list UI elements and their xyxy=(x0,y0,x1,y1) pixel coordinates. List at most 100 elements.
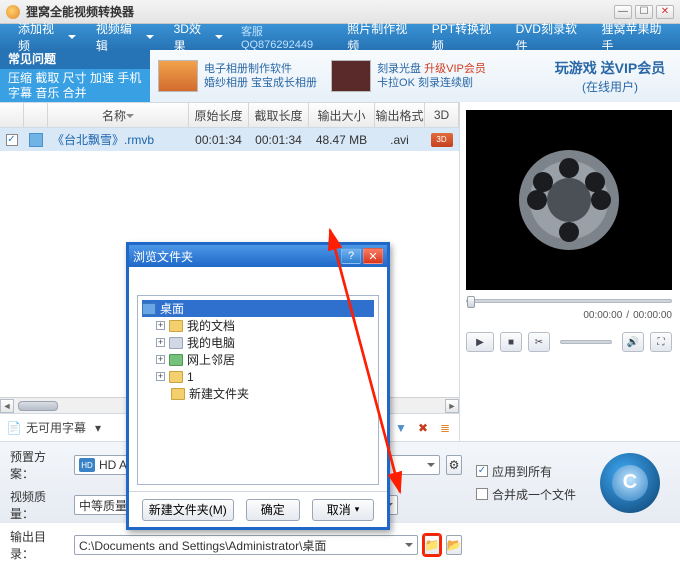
expand-icon[interactable]: + xyxy=(156,321,165,330)
menu-add-video[interactable]: 添加视频 xyxy=(8,17,86,57)
expand-icon[interactable]: + xyxy=(156,338,165,347)
tree-item[interactable]: +1 xyxy=(156,368,374,385)
new-folder-button[interactable]: 新建文件夹(M) xyxy=(142,499,234,521)
play-button[interactable]: ▶ xyxy=(466,332,494,352)
chevron-down-icon xyxy=(427,463,435,471)
tree-root[interactable]: 桌面 xyxy=(142,300,374,317)
subtitle-label: 无可用字幕 xyxy=(26,419,86,436)
promo-burn-thumb xyxy=(331,60,371,92)
promo-album-line2: 婚纱相册 宝宝成长相册 xyxy=(204,76,317,90)
row-checkbox[interactable] xyxy=(6,134,18,146)
folder-tree[interactable]: 桌面 +我的文档 +我的电脑 +网上邻居 +1 新建文件夹 xyxy=(137,295,379,485)
chevron-down-icon xyxy=(405,543,413,551)
file-list-pane: 名称 原始长度 截取长度 输出大小 输出格式 3D 《台北飘雪》.rmvb 00… xyxy=(0,102,460,441)
desktop-icon xyxy=(142,303,156,315)
subtitle-selector[interactable]: 📄 无可用字幕 ▾ xyxy=(6,419,106,436)
out-path-value: C:\Documents and Settings\Administrator\… xyxy=(79,537,326,554)
scroll-left-icon[interactable]: ◄ xyxy=(0,399,14,413)
tree-item[interactable]: +我的文档 xyxy=(156,317,374,334)
col-cut[interactable]: 截取长度 xyxy=(249,103,309,127)
col-name[interactable]: 名称 xyxy=(102,107,126,124)
menu-3d-effect[interactable]: 3D效果 xyxy=(164,17,233,57)
ok-button[interactable]: 确定 xyxy=(246,499,300,521)
network-icon xyxy=(169,354,183,366)
dialog-close-button[interactable]: ✕ xyxy=(363,248,383,264)
convert-button[interactable]: C xyxy=(600,453,660,513)
row-orig: 00:01:34 xyxy=(189,128,249,151)
col-fmt[interactable]: 输出格式 xyxy=(375,103,425,127)
time-total: 00:00:00 xyxy=(633,310,672,321)
menu-edit-video[interactable]: 视频编辑 xyxy=(86,17,164,57)
col-orig[interactable]: 原始长度 xyxy=(189,103,249,127)
preset-settings-button[interactable]: ⚙ xyxy=(446,455,462,475)
promo-album-line1: 电子相册制作软件 xyxy=(204,62,317,76)
table-header: 名称 原始长度 截取长度 输出大小 输出格式 3D xyxy=(0,102,459,128)
film-reel-icon xyxy=(519,150,619,250)
toplink-ppt-convert[interactable]: PPT转换视频 xyxy=(432,20,502,54)
row-3d-badge[interactable]: 3D xyxy=(431,133,453,147)
promo-vip[interactable]: 玩游戏 送VIP会员 (在线用户) xyxy=(540,50,680,102)
sort-caret-icon[interactable] xyxy=(126,114,134,122)
ribbon: 常见问题 压缩 截取 尺寸 加速 手机 字幕 音乐 合并 电子相册制作软件 婚纱… xyxy=(0,50,680,102)
tree-item[interactable]: +我的电脑 xyxy=(156,334,374,351)
toplink-photo-video[interactable]: 照片制作视频 xyxy=(347,20,418,54)
expand-icon[interactable]: + xyxy=(156,355,165,364)
menu-add-video-label: 添加视频 xyxy=(18,20,65,54)
toplink-apple-helper[interactable]: 狸窝苹果助手 xyxy=(601,20,672,54)
menu-edit-video-label: 视频编辑 xyxy=(96,20,143,54)
mute-button[interactable]: 🔊 xyxy=(622,332,644,352)
video-preview[interactable] xyxy=(466,110,672,290)
col-size[interactable]: 输出大小 xyxy=(309,103,375,127)
tree-item[interactable]: 新建文件夹 xyxy=(156,385,374,402)
cancel-button[interactable]: 取消▾ xyxy=(312,499,375,521)
playback-controls: ▶ ■ ✂ 🔊 ⛶ xyxy=(466,329,672,355)
folder-icon xyxy=(169,371,183,383)
seek-slider[interactable] xyxy=(466,294,672,308)
scroll-thumb[interactable] xyxy=(18,401,58,411)
browse-folder-button[interactable]: 📁 xyxy=(424,535,440,555)
delete-button[interactable]: ✖ xyxy=(415,420,431,436)
row-size: 48.47 MB xyxy=(309,128,375,151)
dialog-titlebar[interactable]: 浏览文件夹 ? ✕ xyxy=(129,245,387,267)
promo-burn[interactable]: 刻录光盘 升级VIP会员 卡拉OK 刻录连续剧 xyxy=(331,60,486,92)
scroll-right-icon[interactable]: ► xyxy=(445,399,459,413)
toplink-dvd-burn[interactable]: DVD刻录软件 xyxy=(516,20,588,54)
maximize-button[interactable]: ☐ xyxy=(635,5,653,19)
row-cut: 00:01:34 xyxy=(249,128,309,151)
faq-panel[interactable]: 常见问题 压缩 截取 尺寸 加速 手机 字幕 音乐 合并 xyxy=(0,50,150,102)
faq-panel-lines: 压缩 截取 尺寸 加速 手机 字幕 音乐 合并 xyxy=(8,71,142,101)
promo-album[interactable]: 电子相册制作软件 婚纱相册 宝宝成长相册 xyxy=(158,60,317,92)
minimize-button[interactable]: — xyxy=(614,5,632,19)
support-qq[interactable]: 客服QQ876292449 xyxy=(241,23,333,51)
stop-button[interactable]: ■ xyxy=(500,332,522,352)
browse-folder-dialog: 浏览文件夹 ? ✕ 桌面 +我的文档 +我的电脑 +网上邻居 +1 新建文件夹 … xyxy=(126,242,390,530)
vq-value: 中等质量 xyxy=(79,497,127,514)
volume-slider[interactable] xyxy=(560,340,612,344)
seek-knob[interactable] xyxy=(467,296,475,308)
convert-icon: C xyxy=(612,465,648,501)
promo-burn-line1: 刻录光盘 升级VIP会员 xyxy=(377,62,486,76)
merge-one-label: 合并成一个文件 xyxy=(492,486,576,503)
hd-badge: HD xyxy=(79,458,95,472)
preview-pane: 00:00:00/00:00:00 ▶ ■ ✂ 🔊 ⛶ xyxy=(460,102,678,441)
fullscreen-button[interactable]: ⛶ xyxy=(650,332,672,352)
promo-vip-title: 玩游戏 送VIP会员 xyxy=(555,58,665,78)
chevron-down-icon: ▾ xyxy=(90,420,106,436)
folder-icon xyxy=(171,388,185,400)
snapshot-button[interactable]: ✂ xyxy=(528,332,550,352)
close-button[interactable]: ✕ xyxy=(656,5,674,19)
out-path-field[interactable]: C:\Documents and Settings\Administrator\… xyxy=(74,535,418,555)
table-row[interactable]: 《台北飘雪》.rmvb 00:01:34 00:01:34 48.47 MB .… xyxy=(0,128,459,151)
time-display: 00:00:00/00:00:00 xyxy=(466,310,672,321)
promo-album-thumb xyxy=(158,60,198,92)
merge-one-checkbox[interactable] xyxy=(476,488,488,500)
tree-item[interactable]: +网上邻居 xyxy=(156,351,374,368)
expand-icon[interactable]: + xyxy=(156,372,165,381)
dialog-help-button[interactable]: ? xyxy=(341,248,361,264)
move-down-button[interactable]: ▼ xyxy=(393,420,409,436)
open-folder-button[interactable]: 📂 xyxy=(446,535,462,555)
col-3d[interactable]: 3D xyxy=(425,103,459,127)
clear-list-button[interactable]: ≣ xyxy=(437,420,453,436)
apply-all-checkbox[interactable] xyxy=(476,465,488,477)
subtitle-icon: 📄 xyxy=(6,420,22,436)
